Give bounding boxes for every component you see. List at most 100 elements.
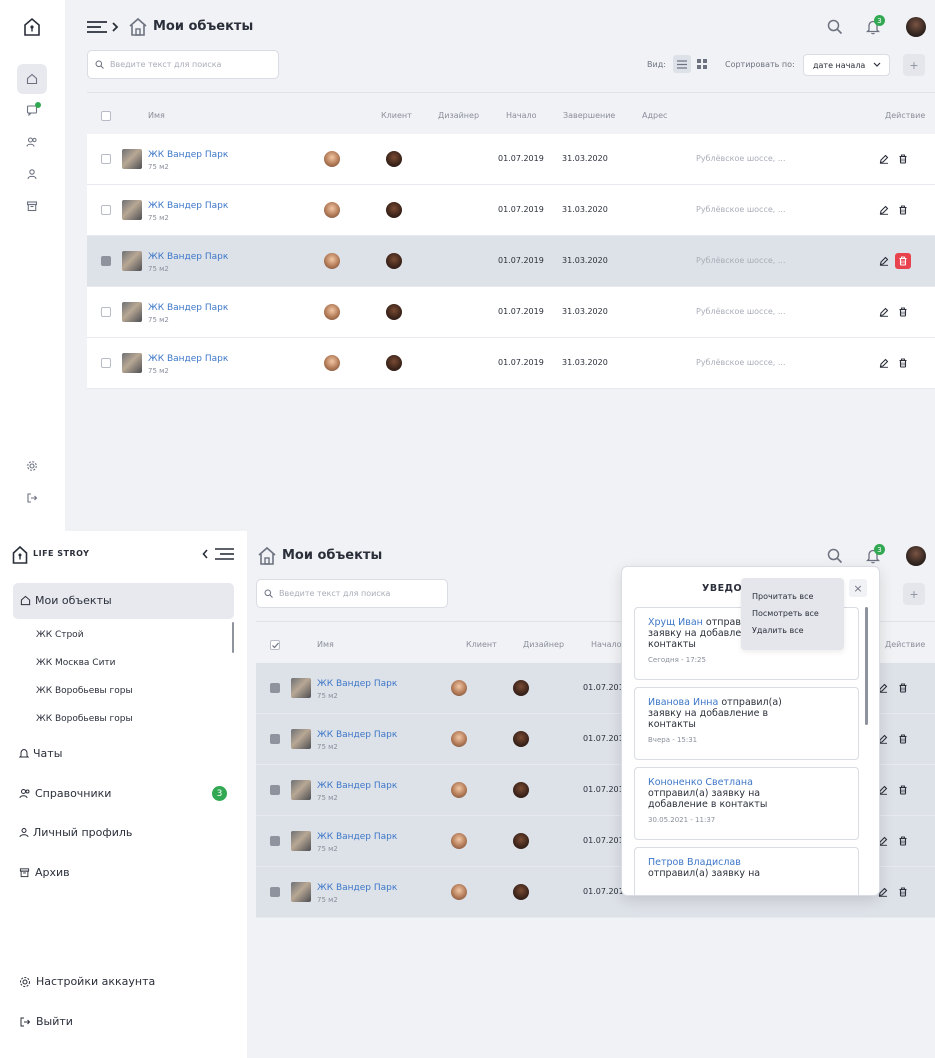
nav-my-objects[interactable]: Мои объекты (13, 583, 234, 619)
search-icon[interactable] (827, 548, 843, 564)
trash-icon[interactable] (895, 884, 911, 900)
nav-chats[interactable]: Чаты (19, 747, 62, 760)
designer-avatar[interactable] (386, 253, 402, 269)
edit-icon[interactable] (876, 304, 892, 320)
row-checkbox[interactable] (101, 256, 111, 266)
search-icon[interactable] (827, 19, 843, 35)
row-checkbox[interactable] (270, 836, 280, 846)
add-button[interactable]: + (903, 54, 925, 76)
notifications-scrollbar[interactable] (865, 607, 868, 725)
search-input[interactable]: Введите текст для поиска (256, 579, 448, 608)
notification-card[interactable]: Кононенко Светлана отправил(а) заявку на д… (634, 767, 859, 840)
edit-icon[interactable] (876, 253, 892, 269)
designer-avatar[interactable] (386, 304, 402, 320)
row-checkbox[interactable] (270, 734, 280, 744)
designer-avatar[interactable] (386, 151, 402, 167)
row-checkbox[interactable] (270, 785, 280, 795)
nav-profile[interactable]: Личный профиль (19, 826, 132, 839)
rail-archive-icon[interactable] (17, 191, 47, 221)
nav-settings[interactable]: Настройки аккаунта (19, 975, 155, 988)
rail-contacts-icon[interactable] (17, 127, 47, 157)
client-avatar[interactable] (451, 884, 467, 900)
search-input[interactable]: Введите текст для поиска (87, 50, 279, 79)
notification-card[interactable]: Иванова Инна отправил(а) заявку на добавл… (634, 687, 859, 760)
select-all-checkbox[interactable] (270, 640, 280, 650)
trash-icon[interactable] (895, 355, 911, 371)
sort-select[interactable]: дате начала (803, 54, 890, 76)
list-view-icon[interactable] (673, 55, 691, 73)
trash-icon[interactable] (895, 782, 911, 798)
row-checkbox[interactable] (270, 683, 280, 693)
object-name[interactable]: ЖК Вандер Парк (317, 730, 397, 740)
client-avatar[interactable] (451, 731, 467, 747)
rail-logout-icon[interactable] (17, 483, 47, 513)
sub-item-3[interactable]: ЖК Воробьевы горы (36, 714, 133, 724)
client-avatar[interactable] (451, 680, 467, 696)
trash-icon[interactable] (895, 680, 911, 696)
client-avatar[interactable] (324, 355, 340, 371)
object-name[interactable]: ЖК Вандер Парк (148, 201, 228, 211)
object-name[interactable]: ЖК Вандер Парк (148, 252, 228, 262)
menu-delete-all[interactable]: Удалить все (741, 622, 844, 639)
rail-settings-icon[interactable] (17, 451, 47, 481)
close-icon[interactable]: × (849, 579, 867, 597)
user-avatar[interactable] (906, 17, 926, 37)
notification-card[interactable]: Петров Владислав отправил(а) заявку на (634, 847, 859, 895)
object-name[interactable]: ЖК Вандер Парк (317, 679, 397, 689)
sub-item-1[interactable]: ЖК Москва Сити (36, 658, 116, 668)
notification-sender[interactable]: Хрущ Иван (648, 617, 703, 628)
user-avatar[interactable] (906, 546, 926, 566)
object-name[interactable]: ЖК Вандер Парк (148, 354, 228, 364)
client-avatar[interactable] (324, 253, 340, 269)
nav-logout[interactable]: Выйти (19, 1015, 73, 1028)
object-name[interactable]: ЖК Вандер Парк (317, 781, 397, 791)
menu-view-all[interactable]: Посмотреть все (741, 605, 844, 622)
designer-avatar[interactable] (513, 833, 529, 849)
table-row[interactable]: ЖК Вандер Парк 75 м2 01.07.2019 31.03.2020 Р… (87, 236, 935, 287)
edit-icon[interactable] (876, 151, 892, 167)
sub-item-0[interactable]: ЖК Строй (36, 630, 84, 640)
row-checkbox[interactable] (101, 205, 111, 215)
table-row[interactable]: ЖК Вандер Парк 75 м2 01.07.2019 31.03.2020 Р… (87, 134, 935, 185)
designer-avatar[interactable] (513, 884, 529, 900)
add-button[interactable]: + (903, 583, 925, 605)
notification-sender[interactable]: Петров Владислав (648, 857, 741, 868)
trash-icon[interactable] (895, 833, 911, 849)
object-name[interactable]: ЖК Вандер Парк (317, 883, 397, 893)
designer-avatar[interactable] (513, 782, 529, 798)
notification-sender[interactable]: Кононенко Светлана (648, 777, 753, 788)
grid-view-icon[interactable] (697, 59, 707, 69)
edit-icon[interactable] (876, 355, 892, 371)
client-avatar[interactable] (451, 782, 467, 798)
trash-icon[interactable] (895, 731, 911, 747)
row-checkbox[interactable] (270, 887, 280, 897)
trash-icon[interactable] (895, 304, 911, 320)
designer-avatar[interactable] (513, 680, 529, 696)
rail-profile-icon[interactable] (17, 159, 47, 189)
notification-sender[interactable]: Иванова Инна (648, 697, 718, 708)
row-checkbox[interactable] (101, 154, 111, 164)
trash-icon[interactable] (895, 202, 911, 218)
menu-toggle-icon[interactable] (87, 19, 121, 35)
designer-avatar[interactable] (513, 731, 529, 747)
client-avatar[interactable] (451, 833, 467, 849)
collapse-menu-icon[interactable] (202, 547, 235, 561)
object-name[interactable]: ЖК Вандер Парк (317, 832, 397, 842)
select-all-checkbox[interactable] (101, 111, 111, 121)
menu-read-all[interactable]: Прочитать все (741, 588, 844, 605)
table-row[interactable]: ЖК Вандер Парк 75 м2 01.07.2019 31.03.2020 Р… (87, 338, 935, 389)
row-checkbox[interactable] (101, 358, 111, 368)
row-checkbox[interactable] (101, 307, 111, 317)
nav-archive[interactable]: Архив (19, 866, 70, 879)
table-row[interactable]: ЖК Вандер Парк 75 м2 01.07.2019 31.03.2020 Р… (87, 185, 935, 236)
rail-home-icon[interactable] (17, 64, 47, 94)
designer-avatar[interactable] (386, 355, 402, 371)
nav-directories[interactable]: Справочники (19, 787, 111, 800)
client-avatar[interactable] (324, 202, 340, 218)
designer-avatar[interactable] (386, 202, 402, 218)
edit-icon[interactable] (876, 202, 892, 218)
trash-icon[interactable] (895, 253, 911, 269)
table-row[interactable]: ЖК Вандер Парк 75 м2 01.07.2019 31.03.2020 Р… (87, 287, 935, 338)
sub-scrollbar[interactable] (232, 622, 234, 653)
sub-item-2[interactable]: ЖК Воробьевы горы (36, 686, 133, 696)
